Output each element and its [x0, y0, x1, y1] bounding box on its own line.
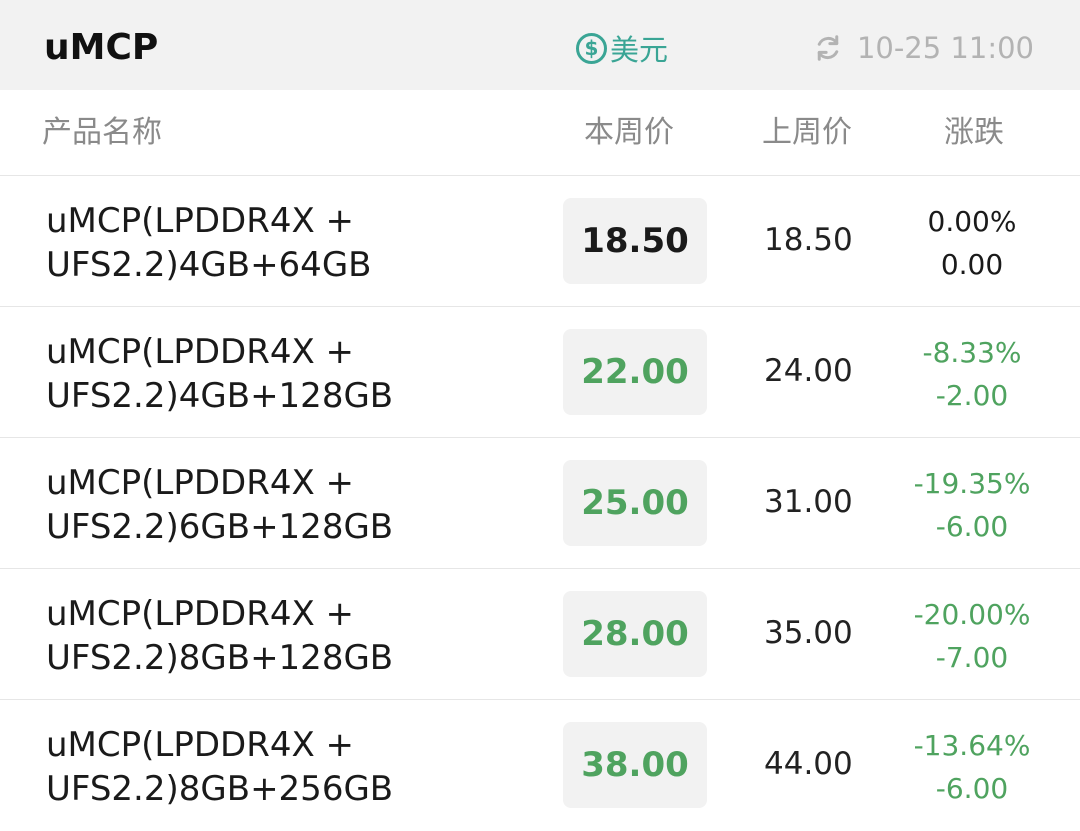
top-bar: uMCP $ 美元 10-25 11:00 [0, 0, 1080, 90]
product-name-line1: uMCP(LPDDR4X + [46, 332, 355, 372]
change-percent: -20.00% [913, 598, 1031, 631]
product-name: uMCP(LPDDR4X + UFS2.2)6GB+128GB [46, 461, 546, 549]
update-status[interactable]: 10-25 11:00 [813, 28, 1034, 68]
last-week-price: 24.00 [764, 353, 853, 389]
product-name: uMCP(LPDDR4X + UFS2.2)8GB+256GB [46, 723, 546, 811]
price-change: -8.33% -2.00 [900, 331, 1044, 417]
this-week-price: 28.00 [563, 591, 707, 677]
change-amount: 0.00 [940, 248, 1004, 281]
this-week-price: 18.50 [563, 198, 707, 284]
product-name: uMCP(LPDDR4X + UFS2.2)8GB+128GB [46, 592, 546, 680]
product-name-line1: uMCP(LPDDR4X + [46, 594, 355, 634]
change-percent: 0.00% [927, 205, 1017, 238]
price-change: -19.35% -6.00 [900, 462, 1044, 548]
column-header-last-week[interactable]: 上周价 [762, 115, 852, 151]
dollar-icon: $ [576, 32, 607, 64]
product-name-line1: uMCP(LPDDR4X + [46, 201, 355, 241]
update-time: 10-25 11:00 [856, 31, 1034, 65]
change-percent: -13.64% [913, 729, 1031, 762]
table-header: 产品名称 本周价 上周价 涨跌 [0, 90, 1080, 176]
table-row[interactable]: uMCP(LPDDR4X + UFS2.2)4GB+64GB 18.50 18.… [0, 176, 1080, 307]
last-week-price: 35.00 [764, 615, 853, 651]
table-row[interactable]: uMCP(LPDDR4X + UFS2.2)8GB+128GB 28.00 35… [0, 569, 1080, 700]
column-header-this-week[interactable]: 本周价 [584, 115, 674, 151]
change-amount: -6.00 [935, 772, 1009, 805]
last-week-price: 18.50 [764, 222, 853, 258]
column-header-change[interactable]: 涨跌 [944, 115, 1004, 151]
price-change: -13.64% -6.00 [900, 724, 1044, 810]
product-name-line2: UFS2.2)4GB+64GB [46, 245, 372, 285]
column-header-name: 产品名称 [42, 115, 162, 150]
change-amount: -2.00 [935, 379, 1009, 412]
table-row[interactable]: uMCP(LPDDR4X + UFS2.2)6GB+128GB 25.00 31… [0, 438, 1080, 569]
price-change: -20.00% -7.00 [900, 593, 1044, 679]
change-percent: -8.33% [922, 336, 1022, 369]
product-name-line1: uMCP(LPDDR4X + [46, 463, 355, 503]
table-row[interactable]: uMCP(LPDDR4X + UFS2.2)8GB+256GB 38.00 44… [0, 700, 1080, 831]
table-row[interactable]: uMCP(LPDDR4X + UFS2.2)4GB+128GB 22.00 24… [0, 307, 1080, 438]
product-name-line2: UFS2.2)8GB+256GB [46, 769, 394, 809]
this-week-price: 22.00 [563, 329, 707, 415]
product-name-line2: UFS2.2)4GB+128GB [46, 376, 394, 416]
last-week-price: 44.00 [764, 746, 853, 782]
change-amount: -6.00 [935, 510, 1009, 543]
this-week-price: 38.00 [563, 722, 707, 808]
currency-label: 美元 [610, 33, 669, 67]
product-name: uMCP(LPDDR4X + UFS2.2)4GB+64GB [46, 199, 546, 287]
product-name-line1: uMCP(LPDDR4X + [46, 725, 355, 765]
change-percent: -19.35% [913, 467, 1031, 500]
this-week-price: 25.00 [563, 460, 707, 546]
page-title: uMCP [44, 27, 159, 68]
product-name-line2: UFS2.2)6GB+128GB [46, 507, 394, 547]
refresh-icon[interactable] [813, 33, 843, 63]
last-week-price: 31.00 [764, 484, 853, 520]
product-name: uMCP(LPDDR4X + UFS2.2)4GB+128GB [46, 330, 546, 418]
price-change: 0.00% 0.00 [900, 200, 1044, 286]
change-amount: -7.00 [935, 641, 1009, 674]
product-name-line2: UFS2.2)8GB+128GB [46, 638, 394, 678]
currency-toggle[interactable]: $ 美元 [576, 28, 668, 68]
